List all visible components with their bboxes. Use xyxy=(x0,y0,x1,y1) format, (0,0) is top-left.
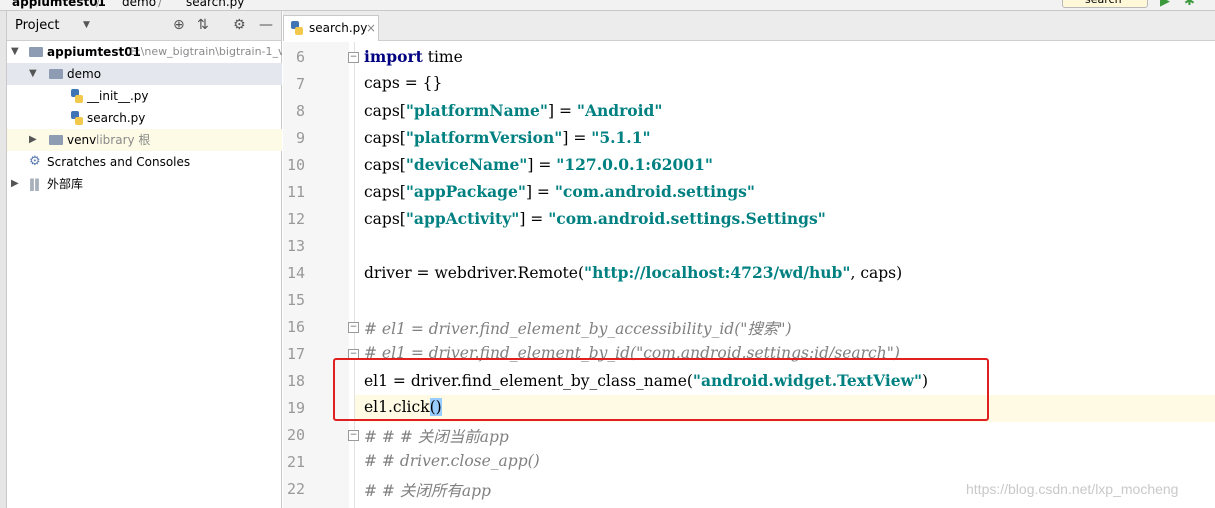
project-panel: Project ▼ ⊕ ⇅ ⚙ — ▼ appiumtest01 E:\new_… xyxy=(7,11,282,508)
tree-item-label: demo xyxy=(67,67,102,81)
python-file-icon xyxy=(71,111,83,125)
folder-icon xyxy=(29,47,43,57)
code-line[interactable]: caps["appActivity"] = "com.android.setti… xyxy=(364,209,826,228)
tool-window-strip xyxy=(0,11,7,508)
run-icon[interactable]: ▶ xyxy=(1160,0,1170,9)
scratches-icon: ⚙ xyxy=(29,154,41,169)
project-panel-header: Project ▼ ⊕ ⇅ ⚙ — xyxy=(7,11,281,41)
fold-marker-icon[interactable]: − xyxy=(348,52,359,63)
project-view-title[interactable]: Project xyxy=(15,18,59,33)
tree-item-label: search.py xyxy=(87,111,146,125)
locate-icon[interactable]: ⊕ xyxy=(173,17,185,33)
minimize-icon[interactable]: — xyxy=(259,17,273,33)
line-number: 6 xyxy=(295,48,305,66)
tree-item-label: venv xyxy=(67,133,97,147)
expand-arrow-icon[interactable]: ▶ xyxy=(11,173,19,195)
tree-item-venv[interactable]: ▶ venv library 根 xyxy=(7,129,282,151)
line-number: 7 xyxy=(295,75,305,93)
line-number: 9 xyxy=(295,129,305,147)
breadcrumb-separator: / xyxy=(158,0,163,9)
tree-item-init-file[interactable]: __init__.py xyxy=(7,85,282,107)
line-number: 18 xyxy=(286,372,305,390)
tree-item-root[interactable]: ▼ appiumtest01 E:\new_bigtrain\bigtrain-… xyxy=(7,41,282,63)
line-number: 20 xyxy=(286,426,305,444)
line-number: 11 xyxy=(286,183,305,201)
expand-arrow-icon[interactable]: ▼ xyxy=(29,63,37,85)
line-number: 12 xyxy=(286,210,305,228)
editor-tab-bar: search.py × xyxy=(283,11,1215,41)
tree-item-label: 外部库 xyxy=(47,177,84,191)
line-number: 17 xyxy=(286,345,305,363)
gear-icon[interactable]: ⚙ xyxy=(233,17,246,33)
tab-label: search.py xyxy=(309,21,368,35)
line-number: 8 xyxy=(295,102,305,120)
tab-search-py[interactable]: search.py × xyxy=(283,15,379,41)
line-number: 19 xyxy=(286,399,305,417)
code-line[interactable]: caps["platformVersion"] = "5.1.1" xyxy=(364,128,651,147)
tree-item-suffix: library 根 xyxy=(96,133,151,147)
breadcrumb-separator: / xyxy=(96,0,101,9)
breadcrumb-project[interactable]: appiumtest01 xyxy=(12,0,106,9)
annotation-box xyxy=(333,358,989,421)
code-line[interactable]: import time xyxy=(364,47,463,66)
expand-arrow-icon[interactable]: ▼ xyxy=(11,41,19,63)
tree-item-scratches[interactable]: ⚙ Scratches and Consoles xyxy=(7,151,282,173)
folder-icon xyxy=(49,135,63,145)
tree-item-label: Scratches and Consoles xyxy=(47,155,191,169)
line-number: 22 xyxy=(286,480,305,498)
line-number: 14 xyxy=(286,264,305,282)
python-file-icon xyxy=(291,21,303,35)
line-number: 21 xyxy=(286,453,305,471)
tree-item-search-file[interactable]: search.py xyxy=(7,107,282,129)
fold-marker-icon[interactable]: − xyxy=(348,322,359,333)
code-line[interactable]: caps = {} xyxy=(364,74,442,92)
code-line[interactable]: # # 关闭所有app xyxy=(364,479,491,501)
tree-item-demo[interactable]: ▼ demo xyxy=(7,63,282,85)
code-line[interactable]: # # # 关闭当前app xyxy=(364,425,509,447)
code-line[interactable]: driver = webdriver.Remote("http://localh… xyxy=(364,263,902,282)
python-file-icon xyxy=(71,89,83,103)
navigation-bar: appiumtest01 / demo / search.py search ▶… xyxy=(0,0,1215,11)
code-line[interactable]: # el1 = driver.find_element_by_accessibi… xyxy=(364,317,792,339)
line-number: 16 xyxy=(286,318,305,336)
tree-item-external-libraries[interactable]: ▶ ‖‖ 外部库 xyxy=(7,173,282,195)
library-icon: ‖‖ xyxy=(29,177,40,191)
code-line[interactable]: caps["platformName"] = "Android" xyxy=(364,101,662,120)
close-icon[interactable]: × xyxy=(366,16,376,40)
code-line[interactable]: # # driver.close_app() xyxy=(364,452,540,470)
breadcrumb-folder[interactable]: demo xyxy=(122,0,156,9)
line-number: 15 xyxy=(286,291,305,309)
breadcrumb-file[interactable]: search.py xyxy=(186,0,244,9)
expand-arrow-icon[interactable]: ▶ xyxy=(29,129,37,151)
watermark: https://blog.csdn.net/lxp_mocheng xyxy=(966,481,1179,497)
tree-item-label: __init__.py xyxy=(87,89,149,103)
line-number: 10 xyxy=(286,156,305,174)
debug-icon[interactable]: ✱ xyxy=(1184,0,1195,9)
fold-marker-icon[interactable]: − xyxy=(348,430,359,441)
tree-item-path: E:\new_bigtrain\bigtrain-1_v xyxy=(130,45,282,58)
run-configuration-select[interactable]: search xyxy=(1062,0,1148,8)
folder-icon xyxy=(49,69,63,79)
tree-item-label: appiumtest01 xyxy=(47,45,141,59)
line-number: 13 xyxy=(286,237,305,255)
chevron-down-icon[interactable]: ▼ xyxy=(83,20,90,30)
collapse-icon[interactable]: ⇅ xyxy=(197,17,209,33)
code-line[interactable]: caps["deviceName"] = "127.0.0.1:62001" xyxy=(364,155,713,174)
code-line[interactable]: caps["appPackage"] = "com.android.settin… xyxy=(364,182,755,201)
